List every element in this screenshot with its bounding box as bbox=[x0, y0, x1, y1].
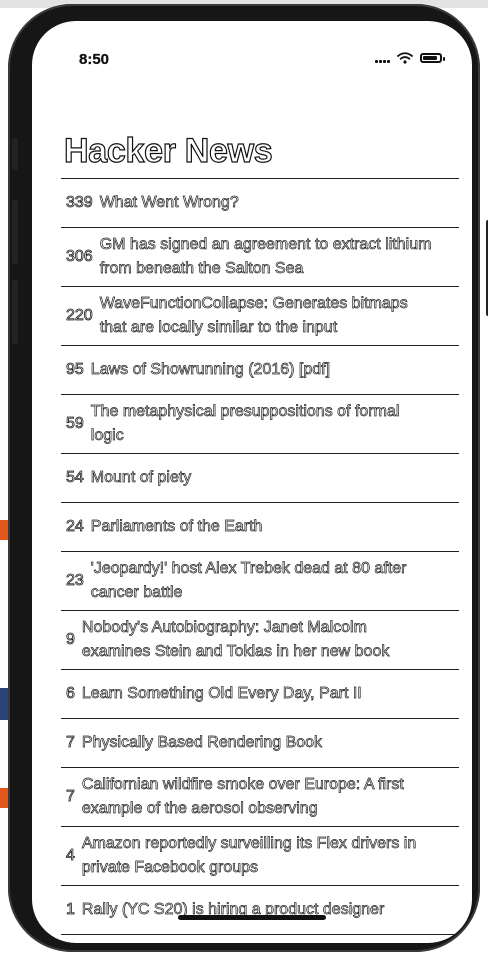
phone-frame: 8:50 Hacker News 339 What Went Wrong? 30… bbox=[8, 4, 488, 952]
volume-down-button bbox=[12, 280, 18, 344]
story-score: 1 bbox=[66, 901, 76, 919]
story-title-link[interactable]: Amazon reportedly surveilling its Flex d… bbox=[82, 832, 435, 880]
screen: 8:50 Hacker News 339 What Went Wrong? 30… bbox=[32, 21, 472, 943]
story-row[interactable]: 54 Mount of piety bbox=[61, 454, 459, 503]
story-row[interactable]: 1 Rally (YC S20) is hiring a product des… bbox=[61, 886, 459, 935]
story-score: 4 bbox=[66, 847, 76, 865]
story-score: 220 bbox=[66, 307, 93, 325]
story-row[interactable]: 7 Physically Based Rendering Book bbox=[61, 719, 459, 768]
story-title-link[interactable]: Physically Based Rendering Book bbox=[82, 731, 323, 755]
story-title-link[interactable]: The metaphysical presuppositions of form… bbox=[90, 400, 435, 448]
story-score: 339 bbox=[66, 194, 93, 212]
story-score: 95 bbox=[66, 361, 85, 379]
story-title-link[interactable]: 'Jeopardy!' host Alex Trebek dead at 80 … bbox=[90, 557, 435, 605]
story-row[interactable]: 220 WaveFunctionCollapse: Generates bitm… bbox=[61, 287, 459, 346]
story-row[interactable]: 4 Amazon reportedly surveilling its Flex… bbox=[61, 827, 459, 886]
story-row[interactable]: 7 Californian wildfire smoke over Europe… bbox=[61, 768, 459, 827]
story-title-link[interactable]: Parliaments of the Earth bbox=[90, 515, 262, 539]
story-title-link[interactable]: Laws of Showrunning (2016) [pdf] bbox=[90, 358, 330, 382]
page-title: Hacker News bbox=[63, 131, 273, 170]
story-row[interactable]: 9 Nobody's Autobiography: Janet Malcolm … bbox=[61, 611, 459, 670]
story-title-link[interactable]: WaveFunctionCollapse: Generates bitmaps … bbox=[99, 292, 435, 340]
story-title-link[interactable]: Nobody's Autobiography: Janet Malcolm ex… bbox=[82, 616, 435, 664]
story-row[interactable]: 6 Learn Something Old Every Day, Part II bbox=[61, 670, 459, 719]
battery-icon bbox=[420, 53, 445, 63]
story-score: 23 bbox=[66, 572, 85, 590]
story-row[interactable]: 95 Laws of Showrunning (2016) [pdf] bbox=[61, 346, 459, 395]
story-row[interactable]: 306 GM has signed an agreement to extrac… bbox=[61, 228, 459, 287]
story-title-link[interactable]: GM has signed an agreement to extract li… bbox=[99, 233, 435, 281]
volume-up-button bbox=[12, 200, 18, 264]
story-score: 7 bbox=[66, 788, 76, 806]
story-title-link[interactable]: Learn Something Old Every Day, Part II bbox=[82, 682, 363, 706]
status-bar: 8:50 bbox=[32, 21, 472, 81]
story-row[interactable]: 24 Parliaments of the Earth bbox=[61, 503, 459, 552]
story-row[interactable]: 59 The metaphysical presuppositions of f… bbox=[61, 395, 459, 454]
story-title-link[interactable]: What Went Wrong? bbox=[99, 191, 239, 215]
story-score: 7 bbox=[66, 734, 76, 752]
story-score: 6 bbox=[66, 685, 76, 703]
story-score: 24 bbox=[66, 518, 85, 536]
signal-icon bbox=[375, 53, 390, 63]
wifi-icon bbox=[397, 52, 413, 64]
story-row[interactable]: 23 'Jeopardy!' host Alex Trebek dead at … bbox=[61, 552, 459, 611]
story-score: 9 bbox=[66, 631, 76, 649]
mute-switch bbox=[12, 138, 18, 170]
home-indicator[interactable] bbox=[178, 915, 326, 920]
story-title-link[interactable]: Californian wildfire smoke over Europe: … bbox=[82, 773, 435, 821]
story-title-link[interactable]: Mount of piety bbox=[90, 466, 191, 490]
status-icons bbox=[375, 52, 445, 64]
story-list: 339 What Went Wrong? 306 GM has signed a… bbox=[61, 178, 459, 935]
status-time: 8:50 bbox=[79, 51, 110, 68]
story-row[interactable]: 339 What Went Wrong? bbox=[61, 179, 459, 228]
story-score: 59 bbox=[66, 415, 85, 433]
story-score: 306 bbox=[66, 248, 93, 266]
story-score: 54 bbox=[66, 469, 85, 487]
